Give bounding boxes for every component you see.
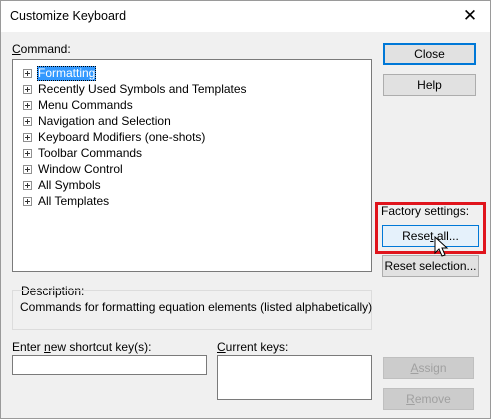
tree-item-label[interactable]: All Templates <box>37 194 110 209</box>
customize-keyboard-dialog: Customize Keyboard ✕ Command: Formatting… <box>0 0 491 419</box>
tree-item[interactable]: Keyboard Modifiers (one-shots) <box>23 130 206 145</box>
command-tree[interactable]: Formatting Recently Used Symbols and Tem… <box>12 59 372 272</box>
plus-box-icon[interactable] <box>23 85 32 94</box>
plus-box-icon[interactable] <box>23 197 32 206</box>
tree-item-label[interactable]: All Symbols <box>37 178 102 193</box>
tree-item-label[interactable]: Menu Commands <box>37 98 134 113</box>
tree-item[interactable]: Recently Used Symbols and Templates <box>23 82 248 97</box>
plus-box-icon[interactable] <box>23 133 32 142</box>
close-button[interactable]: Close <box>383 43 476 65</box>
tree-item[interactable]: All Templates <box>23 194 110 209</box>
tree-item[interactable]: All Symbols <box>23 178 102 193</box>
current-keys-list[interactable] <box>217 355 372 400</box>
highlight-box <box>375 202 486 254</box>
current-keys-label: Current keys: <box>217 340 289 354</box>
tree-item-label[interactable]: Formatting <box>37 66 97 81</box>
tree-item-label[interactable]: Window Control <box>37 162 124 177</box>
plus-box-icon[interactable] <box>23 165 32 174</box>
help-button[interactable]: Help <box>383 74 476 96</box>
plus-box-icon[interactable] <box>23 149 32 158</box>
tree-item-label[interactable]: Recently Used Symbols and Templates <box>37 82 248 97</box>
tree-item-label[interactable]: Toolbar Commands <box>37 146 143 161</box>
command-label-rest: ommand: <box>20 42 71 56</box>
tree-item[interactable]: Menu Commands <box>23 98 134 113</box>
shortcut-input[interactable] <box>12 355 207 375</box>
plus-box-icon[interactable] <box>23 101 32 110</box>
plus-box-icon[interactable] <box>23 181 32 190</box>
mouse-pointer-icon <box>434 236 449 257</box>
command-label: Command: <box>12 42 71 56</box>
plus-box-icon[interactable] <box>23 117 32 126</box>
assign-button[interactable]: Assign <box>383 357 474 379</box>
tree-item-label[interactable]: Navigation and Selection <box>37 114 172 129</box>
description-text: Commands for formatting equation element… <box>20 300 373 314</box>
plus-box-icon[interactable] <box>23 69 32 78</box>
dialog-title: Customize Keyboard <box>10 9 127 23</box>
reset-selection-button[interactable]: Reset selection... <box>382 255 479 277</box>
close-icon[interactable]: ✕ <box>459 5 481 27</box>
tree-item[interactable]: Formatting <box>23 66 97 81</box>
shortcut-label: Enter new shortcut key(s): <box>12 340 152 354</box>
remove-button[interactable]: Remove <box>383 388 474 410</box>
title-bar: Customize Keyboard ✕ <box>1 1 490 32</box>
tree-item-label[interactable]: Keyboard Modifiers (one-shots) <box>37 130 206 145</box>
tree-item[interactable]: Window Control <box>23 162 124 177</box>
tree-item[interactable]: Toolbar Commands <box>23 146 143 161</box>
tree-item[interactable]: Navigation and Selection <box>23 114 172 129</box>
